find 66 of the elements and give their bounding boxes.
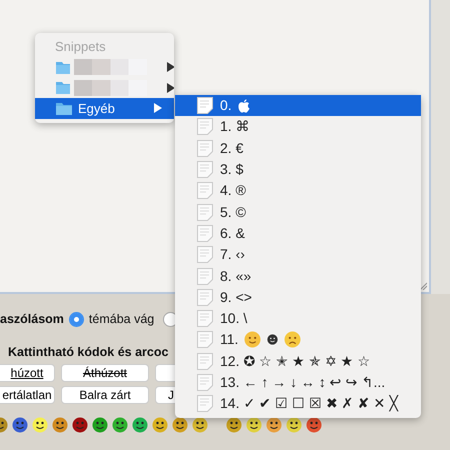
folder-icon	[56, 102, 72, 115]
field-label: aszólásom	[0, 310, 64, 328]
document-icon	[197, 204, 213, 221]
menu-item[interactable]: 5. ©	[175, 201, 421, 223]
menu-item[interactable]: 8. «»	[175, 265, 421, 287]
menu-item[interactable]: 13. ← ↑ → ↓ ↔ ↕ ↩ ↪ ↰...	[175, 372, 421, 394]
menu-item[interactable]: 0.	[175, 95, 421, 116]
submenu-arrow-icon	[166, 82, 174, 93]
radio-label[interactable]: témába vág	[88, 310, 154, 328]
document-icon	[197, 118, 213, 136]
smiley-icon[interactable]	[192, 417, 208, 433]
document-icon	[197, 352, 213, 370]
smiley-icon	[244, 331, 262, 348]
smiley-icon[interactable]	[306, 417, 322, 433]
document-icon	[197, 288, 213, 306]
folder-icon	[56, 81, 70, 94]
smiley-icon[interactable]	[172, 417, 188, 433]
menu-item[interactable]: 6. &	[175, 222, 421, 244]
section-heading: Kattintható kódok és arcoc	[8, 344, 170, 360]
menu-item[interactable]: 3. $	[175, 158, 421, 180]
code-button[interactable]: ertálatlan	[0, 386, 55, 404]
smiley-icon[interactable]	[52, 417, 68, 433]
smiley-icon[interactable]	[226, 417, 242, 433]
submenu-arrow-icon	[154, 103, 162, 114]
menu-item[interactable]: 7. ‹›	[175, 244, 421, 266]
menu-item[interactable]: 4. ®	[175, 180, 421, 202]
code-button[interactable]: húzott	[0, 364, 55, 382]
document-icon	[197, 331, 213, 348]
smiley-icon[interactable]	[112, 417, 128, 433]
menu-header: Snippets	[54, 38, 107, 56]
smiley-icon[interactable]	[132, 417, 148, 433]
document-icon	[197, 395, 213, 412]
menu-item[interactable]: 9. <>	[175, 286, 421, 308]
smiley-icon[interactable]	[266, 417, 282, 433]
document-icon	[197, 161, 213, 178]
document-icon	[197, 268, 213, 285]
smiley-icon[interactable]	[152, 417, 168, 433]
menu-item[interactable]: 11.	[175, 329, 421, 351]
smiley-icon[interactable]	[72, 417, 88, 433]
folder-icon	[56, 60, 70, 74]
radio-button[interactable]	[68, 312, 84, 326]
document-icon	[197, 140, 213, 157]
document-icon	[197, 97, 213, 114]
code-button[interactable]: Áthúzott	[61, 364, 149, 382]
smiley-icon[interactable]	[92, 417, 108, 433]
menu-item[interactable]: 12. ✪ ☆ ✭ ★ ✯ ✡ ★ ☆	[175, 350, 421, 372]
apple-icon	[238, 98, 250, 113]
menu-item[interactable]: Egyéb	[35, 98, 174, 118]
smiley-icon[interactable]	[12, 417, 28, 433]
menu-item[interactable]: 1. ⌘	[175, 116, 421, 138]
submenu-arrow-icon	[166, 62, 174, 72]
document-icon	[197, 182, 213, 200]
smiley-icon[interactable]	[246, 417, 262, 433]
document-icon	[197, 374, 213, 391]
smiley-icon	[267, 334, 278, 346]
code-button[interactable]: Balra zárt	[61, 386, 149, 404]
document-icon	[197, 246, 213, 264]
document-icon	[197, 310, 213, 328]
menu-item[interactable]: 2. €	[175, 138, 421, 159]
smiley-icon[interactable]	[32, 417, 48, 433]
resize-grip-icon[interactable]	[419, 282, 427, 290]
smiley-icon[interactable]	[286, 417, 302, 433]
menu-item[interactable]: 10. \	[175, 308, 421, 330]
document-icon	[197, 224, 213, 242]
menu-item[interactable]: 14. ✓ ✔ ☑ ☐ ☒ ✖ ✗ ✘ ✕ ╳	[175, 393, 421, 414]
smiley-icon	[284, 331, 302, 348]
